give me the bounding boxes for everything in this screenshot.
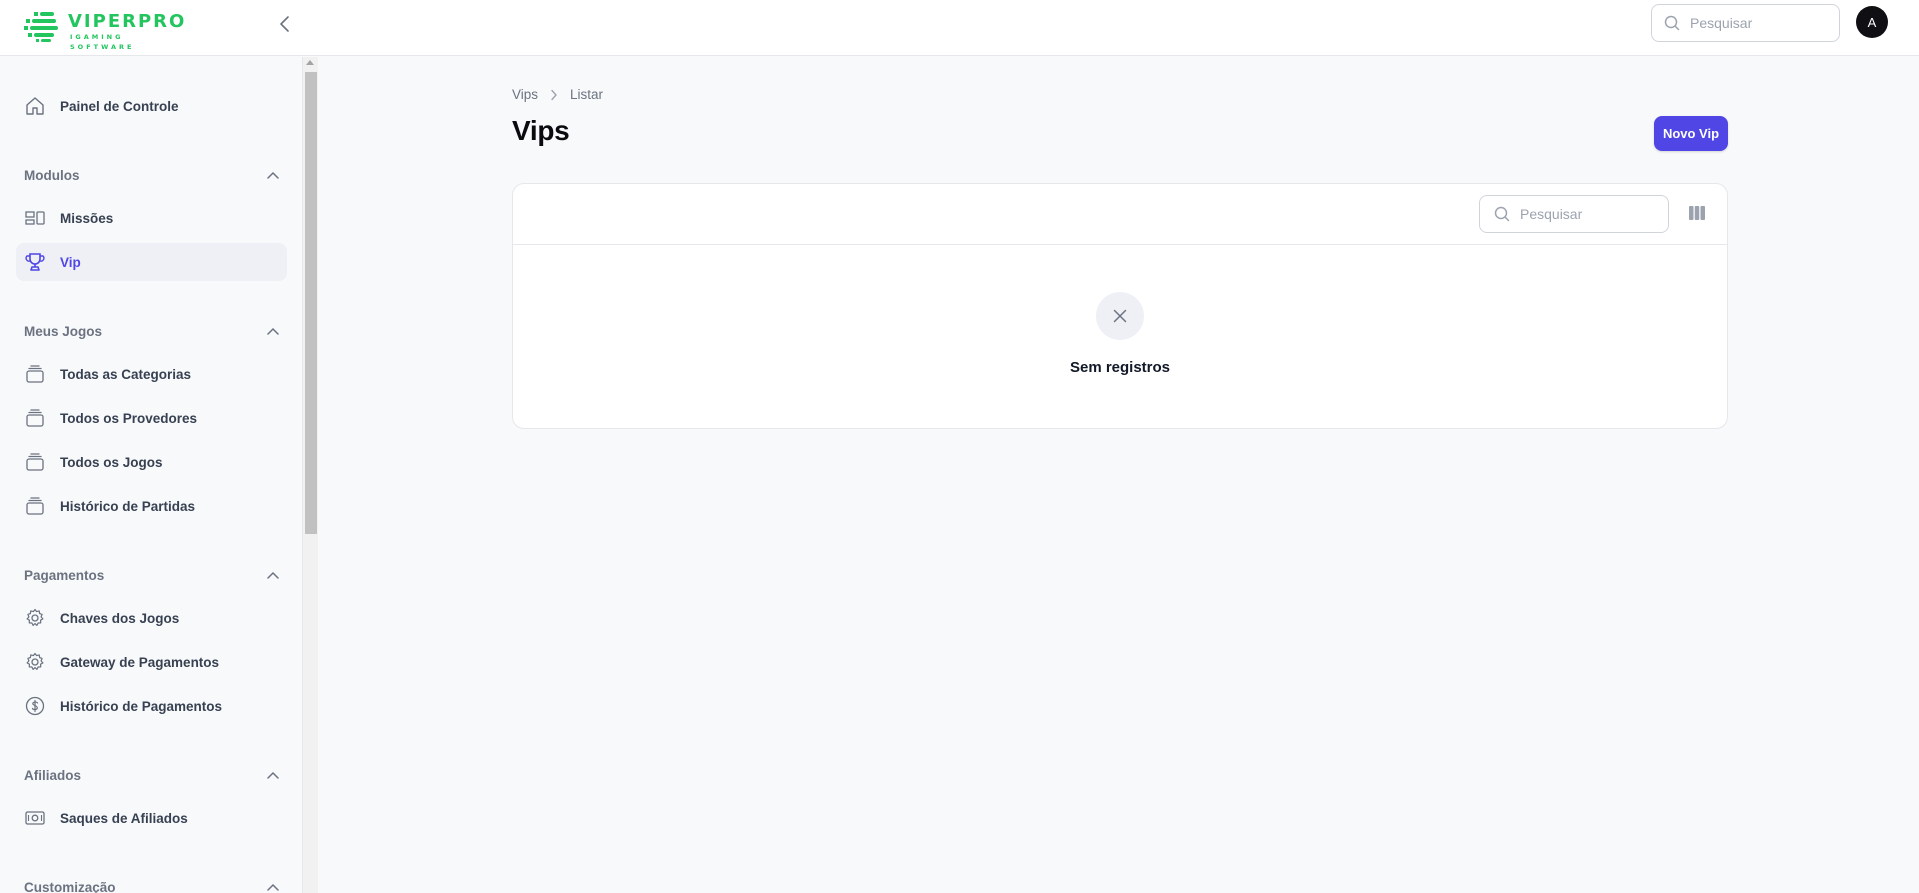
sidebar-item-label: Saques de Afiliados: [60, 810, 188, 826]
stack-icon: [24, 451, 46, 473]
sidebar-item-missoes[interactable]: Missões: [16, 199, 287, 237]
table-search-input[interactable]: Pesquisar: [1479, 195, 1669, 233]
sidebar-collapse-button[interactable]: [273, 12, 297, 36]
cash-icon: [24, 807, 46, 829]
chevron-up-icon: [267, 571, 279, 579]
brand-tagline: IGAMING SOFTWARE: [70, 33, 135, 51]
top-bar: VIPERPRO IGAMING SOFTWARE Pesquisar A: [0, 0, 1919, 56]
columns-icon: [1689, 206, 1705, 220]
page-title: Vips: [512, 115, 570, 146]
vips-table-card: Pesquisar Sem registros: [512, 183, 1728, 429]
sidebar-item-todos-jogos[interactable]: Todos os Jogos: [16, 443, 287, 481]
breadcrumb: Vips Listar: [512, 87, 603, 102]
new-vip-button[interactable]: Novo Vip: [1654, 116, 1728, 151]
sidebar-item-todas-categorias[interactable]: Todas as Categorias: [16, 355, 287, 393]
global-search-input[interactable]: Pesquisar: [1651, 4, 1840, 42]
columns-toggle-button[interactable]: [1687, 203, 1707, 223]
close-icon: [1113, 309, 1127, 323]
sidebar-item-label: Histórico de Partidas: [60, 498, 196, 514]
sidebar-item-label: Gateway de Pagamentos: [60, 654, 220, 670]
chevron-right-icon: [550, 89, 558, 101]
breadcrumb-item-listar: Listar: [570, 87, 604, 102]
chevron-left-icon: [280, 16, 289, 32]
sidebar-item-label: Missões: [60, 210, 114, 226]
stack-icon: [24, 495, 46, 517]
sidebar-item-gateway-pagamentos[interactable]: Gateway de Pagamentos: [16, 643, 287, 681]
sidebar-item-saques-afiliados[interactable]: Saques de Afiliados: [16, 799, 287, 837]
sidebar-item-chaves-jogos[interactable]: Chaves dos Jogos: [16, 599, 287, 637]
sidebar-group-afiliados[interactable]: Afiliados: [24, 763, 279, 787]
stack-icon: [24, 407, 46, 429]
chevron-up-icon: [267, 171, 279, 179]
sidebar-scrollbar-thumb[interactable]: [305, 72, 317, 534]
sidebar-item-label: Painel de Controle: [60, 98, 179, 114]
sidebar-item-vip[interactable]: Vip: [16, 243, 287, 281]
sidebar-group-label: Afiliados: [24, 767, 82, 783]
sidebar-item-label: Todos os Provedores: [60, 410, 198, 426]
sidebar-group-pagamentos[interactable]: Pagamentos: [24, 563, 279, 587]
chevron-up-icon: [267, 883, 279, 891]
gear-icon: [24, 651, 46, 673]
empty-state-text: Sem registros: [1069, 359, 1171, 376]
sidebar-item-historico-pagamentos[interactable]: Histórico de Pagamentos: [16, 687, 287, 725]
search-icon: [1664, 15, 1680, 31]
brand-name: VIPERPRO: [68, 11, 187, 32]
sidebar-item-label: Todos os Jogos: [60, 454, 163, 470]
user-avatar[interactable]: A: [1856, 6, 1888, 38]
chevron-up-icon: [267, 327, 279, 335]
sidebar-group-customizacao[interactable]: Customização: [24, 875, 279, 893]
sidebar-item-historico-partidas[interactable]: Histórico de Partidas: [16, 487, 287, 525]
search-icon: [1494, 206, 1510, 222]
sidebar-group-label: Customização: [24, 879, 116, 893]
sidebar: Painel de Controle Modulos Missões Vip M…: [0, 57, 303, 893]
stack-icon: [24, 363, 46, 385]
sidebar-item-label: Chaves dos Jogos: [60, 610, 180, 626]
chevron-up-icon: [267, 771, 279, 779]
sidebar-group-label: Modulos: [24, 167, 80, 183]
dollar-icon: [24, 695, 46, 717]
empty-state-badge: [1096, 292, 1144, 340]
sidebar-group-label: Meus Jogos: [24, 323, 103, 339]
scroll-up-arrow-icon[interactable]: [306, 60, 314, 65]
home-icon: [24, 95, 46, 117]
global-search-placeholder: Pesquisar: [1690, 15, 1753, 31]
table-search-placeholder: Pesquisar: [1520, 206, 1583, 222]
sidebar-group-modulos[interactable]: Modulos: [24, 163, 279, 187]
logo-mark-icon: [24, 12, 58, 42]
sidebar-item-label: Vip: [60, 254, 81, 270]
trophy-icon: [24, 251, 46, 273]
table-toolbar: Pesquisar: [513, 184, 1727, 245]
sidebar-item-todos-provedores[interactable]: Todos os Provedores: [16, 399, 287, 437]
sidebar-item-label: Todas as Categorias: [60, 366, 192, 382]
sidebar-item-label: Histórico de Pagamentos: [60, 698, 223, 714]
sidebar-group-meus-jogos[interactable]: Meus Jogos: [24, 319, 279, 343]
sidebar-item-dashboard[interactable]: Painel de Controle: [16, 87, 287, 125]
sidebar-group-label: Pagamentos: [24, 567, 105, 583]
breadcrumb-item-vips[interactable]: Vips: [512, 87, 538, 102]
gear-icon: [24, 607, 46, 629]
layout-icon: [24, 207, 46, 229]
brand-logo[interactable]: VIPERPRO IGAMING SOFTWARE: [24, 10, 187, 51]
